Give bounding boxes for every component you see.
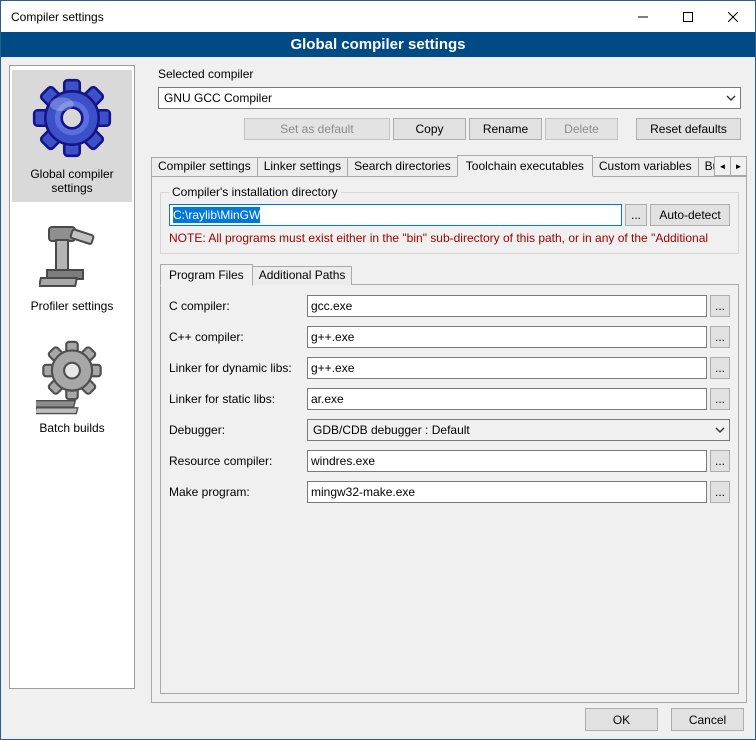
dialog-footer: OK Cancel xyxy=(585,708,744,731)
form-row-resource-compiler: Resource compiler: ... xyxy=(169,450,730,472)
maximize-icon xyxy=(683,12,693,22)
minimize-button[interactable] xyxy=(620,1,665,32)
compiler-settings-window: Compiler settings Global compiler settin… xyxy=(0,0,756,740)
page-title: Global compiler settings xyxy=(1,32,755,57)
batch-builds-gear-icon xyxy=(36,404,108,418)
sidebar-item-profiler-settings[interactable]: Profiler settings xyxy=(12,216,132,320)
compiler-actions: Set as default Copy Rename Delete Reset … xyxy=(146,118,741,140)
tab-linker-settings[interactable]: Linker settings xyxy=(257,157,348,176)
c-compiler-browse-button[interactable]: ... xyxy=(710,295,730,317)
global-compiler-gear-icon xyxy=(29,150,115,164)
dynamic-linker-label: Linker for dynamic libs: xyxy=(169,361,307,375)
titlebar: Compiler settings xyxy=(1,1,755,32)
chevron-down-icon xyxy=(722,95,740,101)
form-row-make-program: Make program: ... xyxy=(169,481,730,503)
static-linker-input[interactable] xyxy=(307,388,707,410)
installation-directory-row: C:\raylib\MinGW ... Auto-detect xyxy=(169,204,730,226)
form-row-static-linker: Linker for static libs: ... xyxy=(169,388,730,410)
selected-compiler-dropdown[interactable]: GNU GCC Compiler xyxy=(158,87,741,109)
sidebar-item-batch-builds[interactable]: Batch builds xyxy=(12,334,132,442)
resource-compiler-input[interactable] xyxy=(307,450,707,472)
resource-compiler-label: Resource compiler: xyxy=(169,454,307,468)
installation-directory-label: Compiler's installation directory xyxy=(169,185,341,199)
main-panel: Selected compiler GNU GCC Compiler Set a… xyxy=(146,63,747,703)
sidebar-item-label: Batch builds xyxy=(15,421,129,435)
subtab-additional-paths[interactable]: Additional Paths xyxy=(252,266,353,285)
set-as-default-button[interactable]: Set as default xyxy=(244,118,390,140)
c-compiler-input[interactable] xyxy=(307,295,707,317)
c-compiler-label: C compiler: xyxy=(169,299,307,313)
debugger-label: Debugger: xyxy=(169,423,307,437)
program-files-panel: C compiler: ... C++ compiler: ... Linker… xyxy=(160,284,739,694)
selected-compiler-label: Selected compiler xyxy=(158,66,747,82)
settings-category-list: Global compiler settings Profiler settin… xyxy=(9,65,135,689)
settings-tabstrip: Compiler settings Linker settings Search… xyxy=(151,154,747,176)
form-row-debugger: Debugger: GDB/CDB debugger : Default xyxy=(169,419,730,441)
window-title: Compiler settings xyxy=(1,10,620,24)
installation-directory-value: C:\raylib\MinGW xyxy=(173,207,260,223)
dynamic-linker-browse-button[interactable]: ... xyxy=(710,357,730,379)
tab-compiler-settings[interactable]: Compiler settings xyxy=(151,157,258,176)
tab-scroll-right-icon[interactable]: ► xyxy=(730,156,747,176)
bin-subdirectory-note: NOTE: All programs must exist either in … xyxy=(169,231,730,245)
close-icon xyxy=(728,12,738,22)
cpp-compiler-browse-button[interactable]: ... xyxy=(710,326,730,348)
sidebar-item-global-compiler-settings[interactable]: Global compiler settings xyxy=(12,70,132,202)
make-program-browse-button[interactable]: ... xyxy=(710,481,730,503)
minimize-icon xyxy=(638,12,648,22)
debugger-value: GDB/CDB debugger : Default xyxy=(313,423,711,437)
tab-scroll-left-icon[interactable]: ◄ xyxy=(714,156,731,176)
make-program-label: Make program: xyxy=(169,485,307,499)
browse-directory-button[interactable]: ... xyxy=(625,204,647,226)
maximize-button[interactable] xyxy=(665,1,710,32)
installation-directory-input[interactable]: C:\raylib\MinGW xyxy=(169,204,622,226)
copy-button[interactable]: Copy xyxy=(393,118,466,140)
installation-directory-group: Compiler's installation directory C:\ray… xyxy=(160,185,739,254)
cpp-compiler-label: C++ compiler: xyxy=(169,330,307,344)
static-linker-label: Linker for static libs: xyxy=(169,392,307,406)
tab-toolchain-executables[interactable]: Toolchain executables xyxy=(457,155,593,177)
form-row-dynamic-linker: Linker for dynamic libs: ... xyxy=(169,357,730,379)
close-button[interactable] xyxy=(710,1,755,32)
toolchain-executables-panel: Compiler's installation directory C:\ray… xyxy=(151,176,747,703)
selected-compiler-value: GNU GCC Compiler xyxy=(164,91,722,105)
tab-scroll-controls: ◄ ► xyxy=(715,156,747,176)
tab-custom-variables[interactable]: Custom variables xyxy=(592,157,699,176)
auto-detect-button[interactable]: Auto-detect xyxy=(650,204,730,226)
static-linker-browse-button[interactable]: ... xyxy=(710,388,730,410)
tab-search-directories[interactable]: Search directories xyxy=(347,157,458,176)
ok-button[interactable]: OK xyxy=(585,708,658,731)
program-files-tabstrip: Program Files Additional Paths xyxy=(160,264,746,285)
profiler-tool-icon xyxy=(39,282,105,296)
debugger-dropdown[interactable]: GDB/CDB debugger : Default xyxy=(307,419,730,441)
cpp-compiler-input[interactable] xyxy=(307,326,707,348)
form-row-cpp-compiler: C++ compiler: ... xyxy=(169,326,730,348)
reset-defaults-button[interactable]: Reset defaults xyxy=(636,118,741,140)
form-row-c-compiler: C compiler: ... xyxy=(169,295,730,317)
subtab-program-files[interactable]: Program Files xyxy=(160,264,253,286)
sidebar-item-label: Global compiler settings xyxy=(15,167,129,195)
cancel-button[interactable]: Cancel xyxy=(671,708,744,731)
chevron-down-icon xyxy=(711,427,729,433)
sidebar-item-label: Profiler settings xyxy=(15,299,129,313)
dynamic-linker-input[interactable] xyxy=(307,357,707,379)
make-program-input[interactable] xyxy=(307,481,707,503)
delete-button[interactable]: Delete xyxy=(545,118,618,140)
rename-button[interactable]: Rename xyxy=(469,118,542,140)
resource-compiler-browse-button[interactable]: ... xyxy=(710,450,730,472)
